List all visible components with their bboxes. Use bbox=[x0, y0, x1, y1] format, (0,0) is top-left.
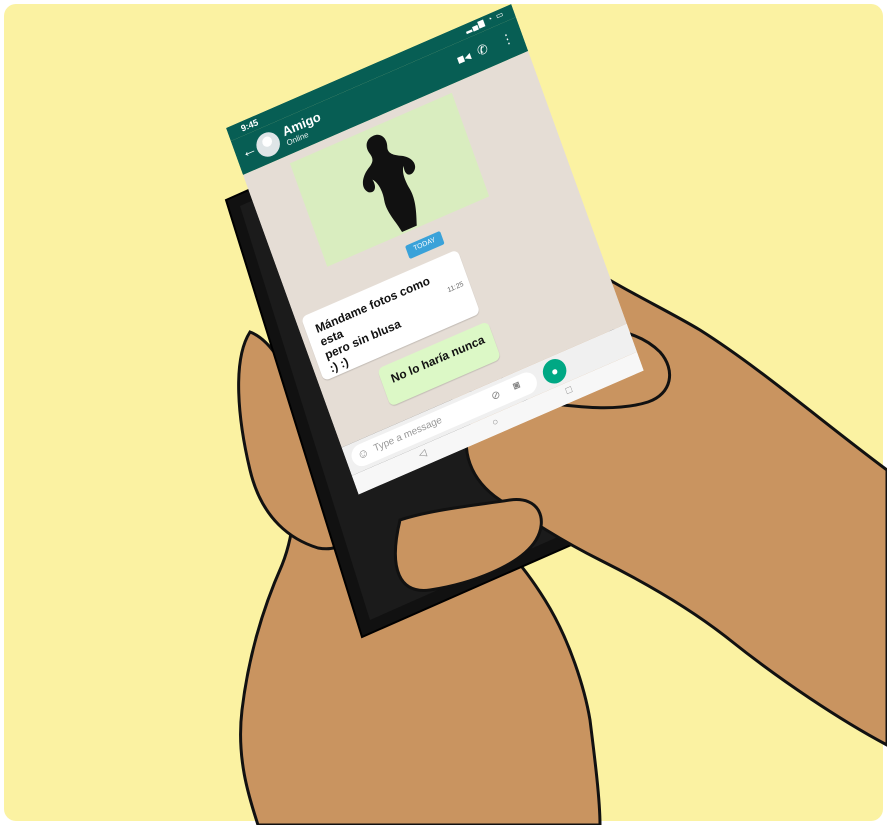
camera-icon[interactable]: ◙ bbox=[511, 379, 521, 393]
phone-call-icon[interactable]: ✆ bbox=[475, 40, 490, 59]
illustration: 9:45 ▂▄▆ ◔ ▭ ← Amigo Online ■◂ ✆ ⋮ TODAY… bbox=[0, 0, 887, 825]
emoji-icon[interactable]: ☺ bbox=[355, 444, 371, 462]
video-call-icon[interactable]: ■◂ bbox=[455, 48, 474, 69]
nav-recents-icon[interactable]: □ bbox=[564, 384, 573, 397]
nav-back-icon[interactable]: ◁ bbox=[417, 448, 428, 461]
nav-home-icon[interactable]: ○ bbox=[491, 416, 500, 429]
attach-icon[interactable]: ⊘ bbox=[489, 387, 503, 403]
incoming-message-time: 11:25 bbox=[446, 280, 465, 295]
date-divider: TODAY bbox=[404, 230, 445, 260]
more-menu-icon[interactable]: ⋮ bbox=[499, 29, 516, 49]
